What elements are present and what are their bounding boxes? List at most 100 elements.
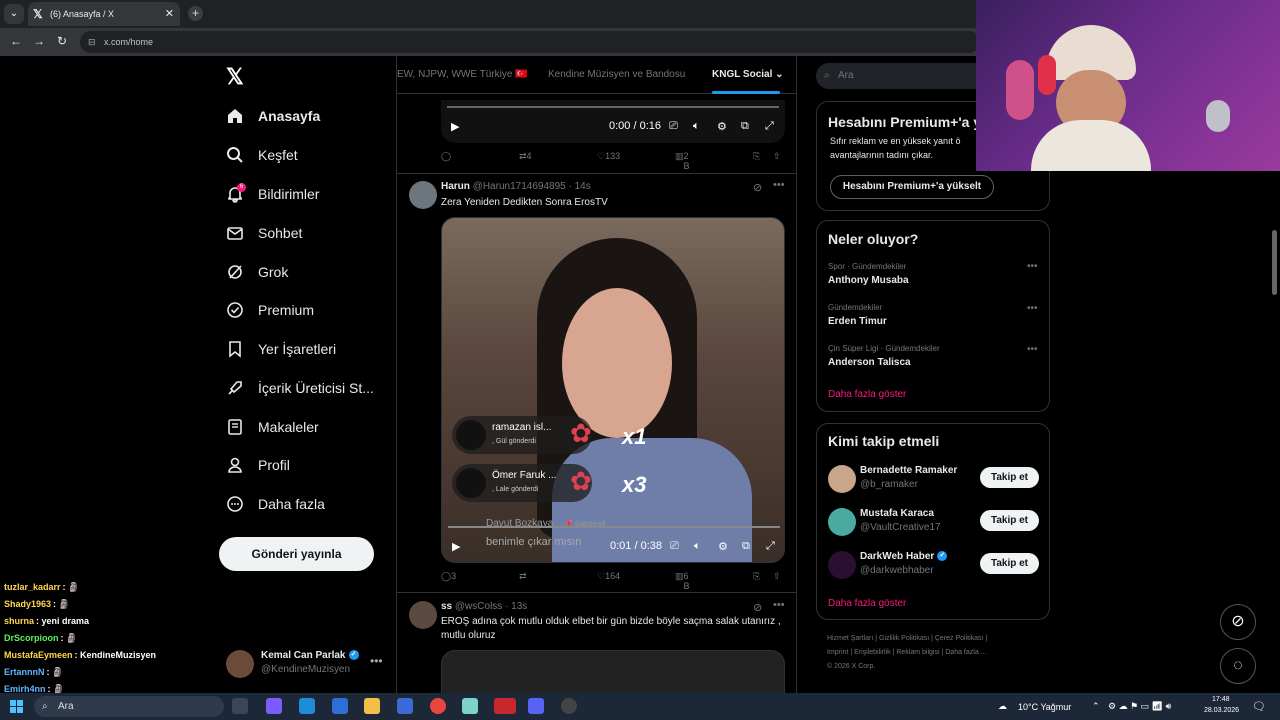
settings-gear-icon[interactable]: ⚙: [718, 540, 728, 553]
account-switcher[interactable]: Kemal Can Parlak ✓ @KendineMuzisyen •••: [226, 646, 386, 686]
show-more-link[interactable]: Daha fazla göster: [828, 598, 906, 609]
more-dots-icon[interactable]: •••: [773, 599, 785, 611]
more-dots-icon[interactable]: •••: [1027, 344, 1038, 355]
bookmark-icon[interactable]: ⎘: [753, 151, 760, 162]
file-explorer-icon[interactable]: [364, 698, 380, 714]
share-icon[interactable]: ⇧: [773, 571, 781, 582]
video-player-1[interactable]: ▶ 0:00 / 0:16 ⎚ 🔈︎ ⚙ ⧉ ⤢: [441, 100, 785, 143]
pip-icon[interactable]: ⧉: [742, 540, 750, 553]
sidebar-item-explore[interactable]: Keşfet: [226, 143, 298, 167]
tweet-handle[interactable]: @Harun1714694895: [473, 181, 566, 192]
views-icon[interactable]: ▥ 2 B: [675, 151, 690, 171]
clock-date[interactable]: 28.03.2026: [1204, 707, 1239, 714]
play-icon[interactable]: ▶: [452, 540, 460, 553]
forward-icon[interactable]: →: [33, 34, 45, 48]
more-dots-icon[interactable]: •••: [773, 179, 785, 191]
bookmark-icon[interactable]: ⎘: [753, 571, 760, 582]
chrome-icon[interactable]: [430, 698, 446, 714]
site-info-icon[interactable]: ⊟: [88, 31, 96, 53]
tab-kngl-social[interactable]: KNGL Social ⌄: [712, 69, 784, 80]
tweet-author[interactable]: Harun: [441, 181, 470, 192]
back-icon[interactable]: ←: [10, 34, 22, 48]
discord-icon[interactable]: [528, 698, 544, 714]
reply-icon[interactable]: ◯ 3: [441, 571, 456, 582]
retweet-icon[interactable]: ⇄ 4: [519, 151, 532, 162]
retweet-icon[interactable]: ⇄: [519, 571, 527, 582]
share-icon[interactable]: ⇧: [773, 151, 781, 162]
avatar[interactable]: [828, 551, 856, 579]
weather-text[interactable]: 10°C Yağmur: [1018, 702, 1071, 712]
fullscreen-icon[interactable]: ⤢: [766, 540, 775, 553]
tweet-time[interactable]: · 13s: [505, 601, 527, 612]
like-icon[interactable]: ♡ 133: [597, 151, 620, 162]
show-more-link[interactable]: Daha fazla göster: [828, 389, 906, 400]
sidebar-item-more[interactable]: Daha fazla: [226, 492, 325, 516]
sidebar-item-bookmarks[interactable]: Yer İşaretleri: [226, 337, 336, 361]
store-icon[interactable]: [332, 698, 348, 714]
outlook-icon[interactable]: [397, 698, 413, 714]
avatar[interactable]: [409, 181, 437, 209]
reload-icon[interactable]: ↻: [57, 34, 67, 48]
scrollbar[interactable]: [1272, 230, 1277, 295]
sidebar-item-articles[interactable]: Makaleler: [226, 415, 319, 439]
footer-links-row[interactable]: Imprint | Erişilebilirlik | Reklam bilgi…: [827, 646, 1047, 660]
edge-icon[interactable]: [299, 698, 315, 714]
suggested-user-name[interactable]: DarkWeb Haber ✓: [860, 551, 948, 562]
task-view-icon[interactable]: [232, 698, 248, 714]
captions-icon[interactable]: ⎚: [669, 120, 678, 133]
captions-icon[interactable]: ⎚: [670, 540, 679, 553]
browser-tab[interactable]: 𝕏 (6) Anasayfa / X ✕: [28, 2, 180, 26]
sidebar-item-premium[interactable]: Premium: [226, 298, 314, 322]
voicemeeter-icon[interactable]: [494, 698, 516, 714]
url-field[interactable]: ⊟ x.com/home: [80, 31, 980, 53]
sidebar-item-creator-studio[interactable]: İçerik Üreticisi St...: [226, 376, 374, 400]
sidebar-item-profile[interactable]: Profil: [226, 453, 290, 477]
play-icon[interactable]: ▶: [451, 120, 459, 133]
volume-icon[interactable]: 🔈︎: [693, 120, 700, 133]
close-tab-icon[interactable]: ✕: [165, 2, 174, 26]
windows-start-icon[interactable]: [10, 700, 23, 713]
like-icon[interactable]: ♡ 164: [597, 571, 620, 582]
tray-icons[interactable]: ⚙ ☁ ⚑ ▭ 📶︎ 🔊︎: [1108, 701, 1171, 712]
more-dots-icon[interactable]: •••: [370, 654, 383, 668]
tray-overflow-icon[interactable]: ⌃: [1092, 701, 1100, 712]
x-logo-icon[interactable]: 𝕏: [226, 64, 244, 90]
more-dots-icon[interactable]: •••: [1027, 303, 1038, 314]
video-progress-bar[interactable]: [448, 526, 780, 528]
taskbar-search[interactable]: ⌕ Ara: [34, 696, 224, 717]
fullscreen-icon[interactable]: ⤢: [765, 120, 774, 133]
avatar[interactable]: [409, 601, 437, 629]
trend-item[interactable]: Anderson Talisca: [828, 357, 911, 368]
suggested-user-name[interactable]: Mustafa Karaca: [860, 508, 934, 519]
pip-icon[interactable]: ⧉: [741, 120, 749, 133]
trend-item[interactable]: Anthony Musaba: [828, 275, 909, 286]
copilot-icon[interactable]: [266, 698, 282, 714]
new-tab-plus-icon[interactable]: +: [188, 6, 203, 21]
more-dots-icon[interactable]: •••: [1027, 261, 1038, 272]
suggested-user-name[interactable]: Bernadette Ramaker: [860, 465, 957, 476]
follow-button[interactable]: Takip et: [980, 510, 1039, 531]
tweet-handle[interactable]: @wsColss: [455, 601, 502, 612]
sidebar-item-chat[interactable]: Sohbet: [226, 221, 302, 245]
follow-button[interactable]: Takip et: [980, 467, 1039, 488]
notification-icon[interactable]: 🗨︎: [1252, 700, 1266, 713]
tab-menu-chevron-icon[interactable]: ⌄: [4, 4, 24, 24]
views-icon[interactable]: ▥ 6 B: [675, 571, 690, 591]
footer-links-row[interactable]: Hizmet Şartları | Gizlilik Politikası | …: [827, 632, 1047, 646]
volume-icon[interactable]: 🔈︎: [694, 540, 701, 553]
messages-fab-icon[interactable]: ◌: [1220, 648, 1256, 684]
follow-button[interactable]: Takip et: [980, 553, 1039, 574]
tweet-media[interactable]: [441, 650, 785, 693]
tweet-video[interactable]: ramazan isl... , Gül gönderdi ✿ x1 Ömer …: [441, 217, 785, 563]
video-progress-bar[interactable]: [447, 106, 779, 108]
sidebar-item-home[interactable]: Anasayfa: [226, 104, 320, 128]
avatar[interactable]: [828, 508, 856, 536]
obs-icon[interactable]: [561, 698, 577, 714]
grok-icon[interactable]: ⊘: [753, 181, 762, 194]
tweet-time[interactable]: · 14s: [568, 181, 590, 192]
trend-item[interactable]: Erden Timur: [828, 316, 887, 327]
sidebar-item-notifications[interactable]: 6 Bildirimler: [226, 182, 319, 206]
upgrade-premium-button[interactable]: Hesabını Premium+'a yükselt: [830, 175, 994, 199]
clock-time[interactable]: 17:48: [1212, 696, 1230, 703]
post-button[interactable]: Gönderi yayınla: [219, 537, 374, 571]
